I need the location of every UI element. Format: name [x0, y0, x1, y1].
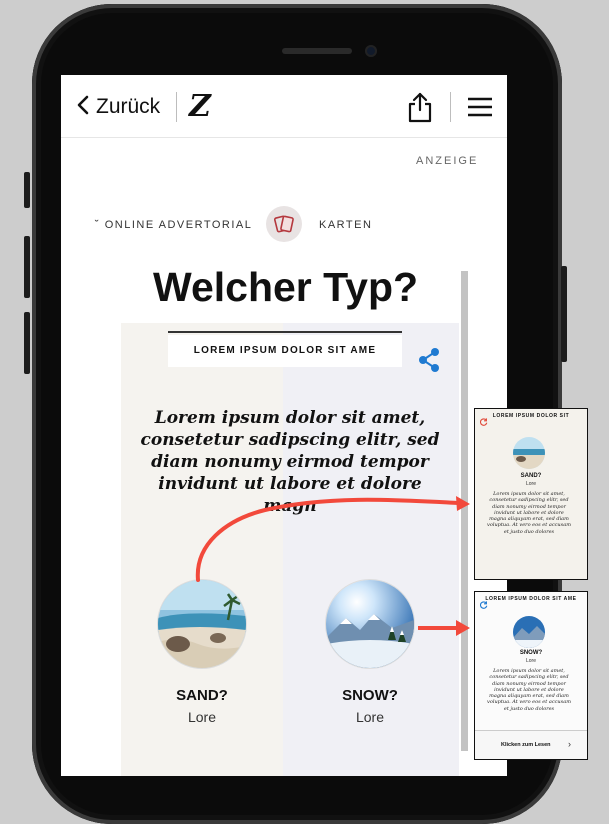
option-snow[interactable]: SNOW? Lore	[325, 579, 415, 725]
share-nodes-icon[interactable]	[417, 347, 441, 373]
card-body-text: Lorem ipsum dolor sit amet, consetetur s…	[140, 408, 440, 516]
share-icon[interactable]	[407, 91, 433, 123]
category-label[interactable]: KARTEN	[319, 219, 372, 231]
option-sand-label: SAND?	[176, 687, 228, 704]
preview-name: SNOW?	[519, 650, 543, 656]
card-title: LOREM IPSUM DOLOR SIT AME	[193, 345, 377, 356]
advertorial-label: ˘ ONLINE ADVERTORIAL	[95, 219, 253, 231]
cards-icon	[266, 206, 302, 242]
card-top-rule	[168, 331, 402, 333]
beach-photo	[513, 437, 545, 469]
top-nav-bar: Zurück Z	[61, 75, 507, 138]
preview-snow-result[interactable]: LOREM IPSUM DOLOR SIT AME SNOW? Lore Lor…	[474, 591, 588, 760]
preview-title: LOREM IPSUM DOLOR SIT	[492, 413, 570, 419]
preview-name: SAND?	[520, 473, 542, 479]
ad-label: ANZEIGE	[416, 155, 479, 167]
nav-divider	[176, 92, 177, 122]
option-sand-sub: Lore	[187, 709, 217, 725]
preview-body: Lorem ipsum dolor sit amet, consetetur s…	[487, 491, 571, 535]
preview-footer[interactable]: Klicken zum Lesen ›	[475, 730, 587, 759]
back-button[interactable]: Zurück	[96, 95, 160, 119]
read-more-link[interactable]: Klicken zum Lesen	[501, 742, 551, 748]
preview-sub: Lore	[525, 658, 536, 664]
hamburger-menu-icon[interactable]	[467, 97, 493, 117]
scrollbar[interactable]	[461, 271, 468, 751]
nav-divider	[450, 92, 451, 122]
volume-up-button	[24, 236, 30, 298]
volume-down-button	[24, 312, 30, 374]
snow-mountain-photo	[513, 616, 545, 648]
card-title-box: LOREM IPSUM DOLOR SIT AME	[168, 335, 402, 367]
front-camera	[365, 45, 377, 57]
speaker-grille	[282, 48, 352, 54]
chevron-right-icon[interactable]: ›	[568, 739, 571, 749]
preview-title: LOREM IPSUM DOLOR SIT AME	[485, 596, 577, 602]
mute-switch	[24, 172, 30, 208]
snow-mountain-photo[interactable]	[325, 579, 415, 669]
option-sand[interactable]: SAND? Lore	[157, 579, 247, 725]
option-snow-label: SNOW?	[342, 687, 398, 704]
brand-logo[interactable]: Z	[189, 89, 211, 124]
page-title: Welcher Typ?	[153, 264, 419, 310]
power-button	[561, 266, 567, 362]
phone-screen: Zurück Z ANZEIGE ˘ ONLINE ADVERTORIAL KA…	[61, 75, 507, 776]
quiz-card: LOREM IPSUM DOLOR SIT AME Lorem ipsum do…	[121, 323, 459, 776]
preview-sand-result[interactable]: LOREM IPSUM DOLOR SIT SAND? Lore Lorem i…	[474, 408, 588, 580]
preview-sub: Lore	[525, 481, 536, 487]
redo-icon[interactable]	[480, 418, 488, 426]
beach-photo[interactable]	[157, 579, 247, 669]
option-snow-sub: Lore	[355, 709, 385, 725]
redo-icon[interactable]	[480, 601, 488, 609]
chevron-left-icon[interactable]	[75, 95, 91, 115]
preview-body: Lorem ipsum dolor sit amet, consetetur s…	[487, 668, 571, 712]
